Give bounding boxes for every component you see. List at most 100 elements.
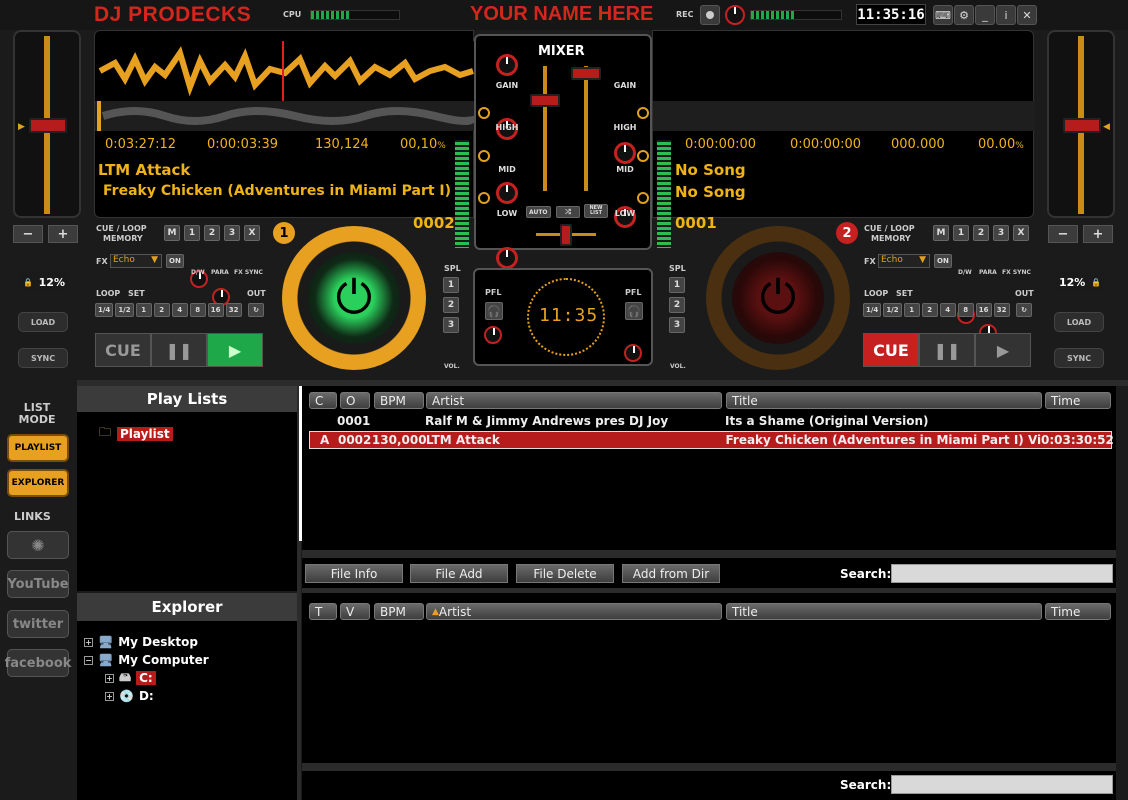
deck2-loop-button-1[interactable]: 1/2	[883, 303, 902, 317]
minimize-button[interactable]: _	[975, 5, 995, 25]
deck2-spl-button-0[interactable]: 1	[669, 277, 685, 293]
col-bpm[interactable]: BPM	[374, 603, 424, 620]
deck1-pitch-range[interactable]: 🔒 12%	[19, 272, 69, 292]
deck1-load-button[interactable]: LOAD	[18, 312, 68, 332]
deck1-waveform-top[interactable]	[95, 41, 475, 101]
deck2-jog-wheel[interactable]: ⏻	[706, 226, 850, 370]
col-title[interactable]: Title	[726, 392, 1042, 409]
col-c[interactable]: C	[309, 392, 337, 409]
deck2-spl-button-1[interactable]: 2	[669, 297, 685, 313]
deck1-loop-button-6[interactable]: 16	[207, 303, 224, 317]
custom-name-title[interactable]: YOUR NAME HERE	[470, 3, 653, 26]
settings-gear-icon[interactable]: ⚙	[954, 5, 974, 25]
col-artist[interactable]: ▲ Artist	[426, 603, 722, 620]
website-link-icon[interactable]: ✺	[7, 531, 69, 559]
deck2-loop-button-0[interactable]: 1/4	[863, 303, 882, 317]
facebook-link[interactable]: facebook	[5, 649, 71, 677]
deck2-loop-button-2[interactable]: 1	[903, 303, 920, 317]
deck2-load-button[interactable]: LOAD	[1054, 312, 1104, 332]
deck2-play-button[interactable]: ▶	[975, 333, 1031, 367]
deck1-high-kill[interactable]	[478, 107, 490, 119]
file-delete-button[interactable]: File Delete	[516, 564, 614, 583]
deck1-loop-button-3[interactable]: 2	[153, 303, 170, 317]
deck1-fx-on-button[interactable]: ON	[166, 254, 184, 268]
deck1-memory-button-2[interactable]: 2	[204, 225, 220, 241]
deck2-memory-button-2[interactable]: 2	[973, 225, 989, 241]
deck1-low-kill[interactable]	[478, 192, 490, 204]
tree-drive-d[interactable]: + 💿 D:	[105, 687, 154, 705]
deck1-loop-button-7[interactable]: 32	[225, 303, 242, 317]
deck1-loop-button-5[interactable]: 8	[189, 303, 206, 317]
explorer-search-input[interactable]	[891, 775, 1113, 794]
deck2-loop-out-icon[interactable]: ↻	[1016, 303, 1032, 317]
deck1-memory-button-0[interactable]: M	[164, 225, 180, 241]
deck1-pitch-minus[interactable]: −	[13, 225, 43, 243]
deck1-fx-select[interactable]: Echo ▼	[110, 254, 162, 268]
deck2-pitch-minus[interactable]: −	[1048, 225, 1078, 243]
deck1-gain-knob[interactable]	[496, 54, 518, 76]
keyboard-icon[interactable]: ⌨	[933, 5, 953, 25]
deck1-spl-button-1[interactable]: 2	[443, 297, 459, 313]
deck1-loop-button-1[interactable]: 1/2	[115, 303, 134, 317]
deck2-spl-button-2[interactable]: 3	[669, 317, 685, 333]
file-add-button[interactable]: File Add	[410, 564, 508, 583]
deck1-power-icon[interactable]: ⏻	[308, 252, 400, 344]
deck2-low-kill[interactable]	[637, 192, 649, 204]
deck1-pitch-slider[interactable]	[29, 118, 67, 133]
deck2-high-kill[interactable]	[637, 107, 649, 119]
rec-gain-knob[interactable]	[725, 5, 745, 25]
deck2-mid-kill[interactable]	[637, 150, 649, 162]
deck1-pitch-plus[interactable]: +	[48, 225, 78, 243]
crossfader[interactable]	[560, 224, 572, 246]
col-time[interactable]: Time	[1045, 392, 1111, 409]
deck2-loop-button-3[interactable]: 2	[921, 303, 938, 317]
deck2-fx-on-button[interactable]: ON	[934, 254, 952, 268]
deck1-spl-button-0[interactable]: 1	[443, 277, 459, 293]
add-from-dir-button[interactable]: Add from Dir	[622, 564, 720, 583]
deck2-pfl-knob[interactable]	[624, 344, 642, 362]
playlist-item[interactable]: 🗀 Playlist	[99, 423, 173, 444]
playlist-mode-button[interactable]: PLAYLIST	[7, 434, 69, 462]
deck1-memory-button-3[interactable]: 3	[224, 225, 240, 241]
deck1-headphones-icon[interactable]: 🎧	[485, 302, 503, 320]
deck1-loop-button-4[interactable]: 4	[171, 303, 188, 317]
deck1-low-knob[interactable]	[496, 247, 518, 269]
deck1-waveform-overview[interactable]	[95, 101, 477, 131]
playlist-search-input[interactable]	[891, 564, 1113, 583]
deck1-pfl-knob[interactable]	[484, 326, 502, 344]
col-v[interactable]: V	[340, 603, 370, 620]
deck2-loop-button-5[interactable]: 8	[957, 303, 974, 317]
deck2-memory-button-4[interactable]: X	[1013, 225, 1029, 241]
deck2-memory-button-3[interactable]: 3	[993, 225, 1009, 241]
deck1-volume-fader[interactable]	[530, 94, 560, 107]
deck1-loop-button-0[interactable]: 1/4	[95, 303, 114, 317]
deck2-gain-knob[interactable]	[614, 142, 636, 164]
deck2-loop-button-6[interactable]: 16	[975, 303, 992, 317]
deck2-loop-button-7[interactable]: 32	[993, 303, 1010, 317]
deck2-pitch-slider[interactable]	[1063, 118, 1101, 133]
deck1-spl-button-2[interactable]: 3	[443, 317, 459, 333]
deck1-sync-button[interactable]: SYNC	[18, 348, 68, 368]
deck2-memory-button-0[interactable]: M	[933, 225, 949, 241]
deck2-loop-button-4[interactable]: 4	[939, 303, 956, 317]
deck1-cue-button[interactable]: CUE	[95, 333, 151, 367]
close-button[interactable]: ✕	[1017, 5, 1037, 25]
deck2-sync-button[interactable]: SYNC	[1054, 348, 1104, 368]
new-list-button[interactable]: NEW LIST	[584, 204, 608, 218]
deck2-headphones-icon[interactable]: 🎧	[625, 302, 643, 320]
col-time[interactable]: Time	[1045, 603, 1111, 620]
record-button[interactable]	[700, 5, 720, 25]
deck1-mid-knob[interactable]	[496, 182, 518, 204]
col-o[interactable]: O	[340, 392, 370, 409]
deck2-pitch-range[interactable]: 12% 🔒	[1055, 272, 1105, 292]
col-t[interactable]: T	[309, 603, 337, 620]
col-artist[interactable]: Artist	[426, 392, 722, 409]
col-bpm[interactable]: BPM	[374, 392, 424, 409]
tree-my-desktop[interactable]: + 🖥 My Desktop	[84, 633, 198, 651]
auto-mix-button[interactable]: AUTO	[526, 206, 551, 218]
deck1-loop-button-2[interactable]: 1	[135, 303, 152, 317]
col-title[interactable]: Title	[726, 603, 1042, 620]
table-row-selected[interactable]: A 0002 130,000 LTM Attack Freaky Chicken…	[309, 431, 1114, 449]
deck1-memory-button-1[interactable]: 1	[184, 225, 200, 241]
deck1-play-button[interactable]: ▶	[207, 333, 263, 367]
